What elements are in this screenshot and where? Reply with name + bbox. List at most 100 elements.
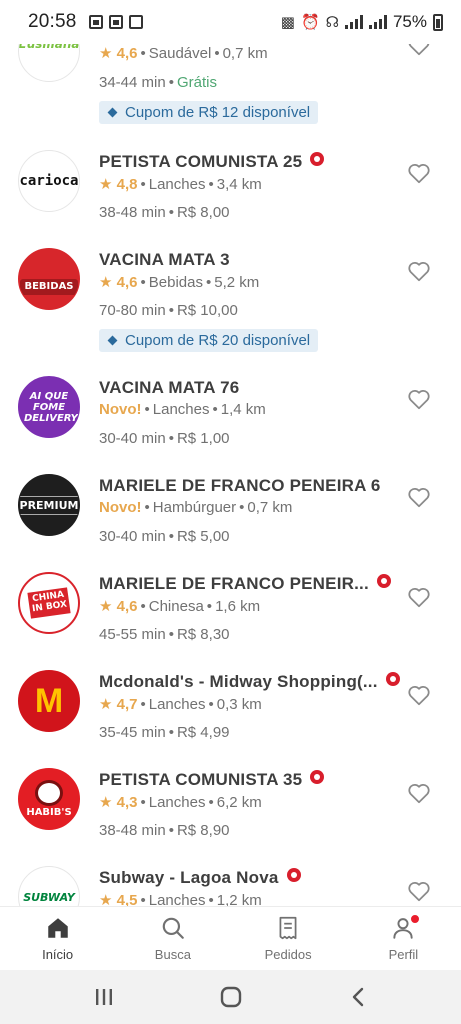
heart-outline-icon[interactable] [406,484,432,510]
delivery-time: 70-80 min [99,302,166,319]
delivery-time: 35-45 min [99,724,166,741]
coupon-badge: Cupom de R$ 12 disponível [99,101,319,124]
restaurant-card[interactable]: HABIB'S PETISTA COMUNISTA 35 ★ 4,3 • Lanch… [0,758,461,856]
restaurant-distance: 1,6 km [215,598,261,615]
battery-percent: 75% [392,12,427,31]
restaurant-category: Saudável [148,45,212,62]
home-circle-icon [220,986,241,1008]
restaurant-rating: 4,7 [116,696,138,713]
star-icon: ★ [99,696,113,713]
super-restaurant-icon [286,868,301,882]
restaurant-name-text: MARIELE DE FRANCO PENEIRA 6 [99,476,381,495]
super-restaurant-icon [310,152,325,166]
heart-outline-icon[interactable] [406,780,432,806]
restaurant-distance: 5,2 km [214,274,260,291]
restaurant-card[interactable]: CHINA IN BOX MARIELE DE FRANCO PENEIR...… [0,562,461,660]
delivery-info: 34-44 min • Grátis [99,74,217,91]
restaurant-name-text: MARIELE DE FRANCO PENEIR... [99,574,369,593]
super-restaurant-icon [376,574,391,588]
search-icon [162,917,184,939]
restaurant-name-text: Subway - Lagoa Nova [99,868,279,887]
restaurant-logo: AI QUE FOME DELIVERY [18,376,80,438]
restaurant-card[interactable]: M Mcdonald's - Midway Shopping(... ★ 4,7… [0,660,461,758]
restaurant-meta: Novo! • Hambúrguer • 0,7 km [99,499,293,516]
recent-apps-button[interactable] [84,982,124,1012]
wifi-icon: ☊ [325,14,339,31]
delivery-info: 38-48 min • R$ 8,90 [99,822,230,839]
restaurant-name-text: PETISTA COMUNISTA 35 [99,770,303,789]
restaurant-card[interactable]: SUBWAY Subway - Lagoa Nova ★ 4,5 • Lanches… [0,856,461,906]
restaurant-rating: 4,5 [116,892,138,906]
restaurant-distance: 3,4 km [216,176,262,193]
home-button[interactable] [211,982,251,1012]
restaurant-card[interactable]: BEBIDAS VACINA MATA 3 ★ 4,6 • Bebidas • 5,2 … [0,238,461,364]
heart-outline-icon[interactable] [406,258,432,284]
restaurant-card[interactable]: AI QUE FOME DELIVERY VACINA MATA 76 Novo… [0,366,461,464]
restaurant-name: VACINA MATA 76 [99,378,239,398]
heart-outline-icon[interactable] [406,584,432,610]
restaurant-name-text: Mcdonald's - Midway Shopping(... [99,672,378,691]
delivery-fee: R$ 8,30 [176,626,230,643]
nav-perfil[interactable]: Perfil [346,907,461,970]
restaurant-name-text: PETISTA COMUNISTA 25 [99,152,303,171]
coupon-text: Cupom de R$ 20 disponível [125,332,311,349]
restaurant-category: Lanches [152,401,210,418]
back-button[interactable] [338,982,378,1012]
delivery-fee: R$ 5,00 [176,528,230,545]
system-nav-bar [0,970,461,1024]
alarm-icon: ⏰ [300,14,320,31]
restaurant-category: Chinesa [148,598,204,615]
heart-outline-icon[interactable] [406,682,432,708]
coupon-icon [107,107,118,118]
delivery-fee: R$ 8,00 [176,204,230,221]
delivery-info: 30-40 min • R$ 1,00 [99,430,230,447]
logo-text: CHINA IN BOX [27,587,71,619]
heart-outline-icon[interactable] [406,878,432,904]
star-icon: ★ [99,274,113,291]
restaurant-meta: ★ 4,8 • Lanches • 3,4 km [99,176,262,193]
restaurant-category: Lanches [148,176,206,193]
delivery-info: 70-80 min • R$ 10,00 [99,302,238,319]
logo-text: SUBWAY [23,890,75,904]
home-icon [47,918,68,938]
delivery-info: 30-40 min • R$ 5,00 [99,528,230,545]
delivery-time: 38-48 min [99,822,166,839]
restaurant-rating: 4,6 [116,598,138,615]
new-badge: Novo! [99,401,142,418]
restaurant-distance: 1,2 km [216,892,262,906]
image-notification-icon [108,15,123,29]
restaurant-meta: ★ 4,6 • Chinesa • 1,6 km [99,598,261,615]
app-notification-icon [128,15,143,29]
heart-outline-icon[interactable] [406,386,432,412]
star-icon: ★ [99,176,113,193]
restaurant-meta: ★ 4,5 • Lanches • 1,2 km [99,891,262,906]
super-restaurant-icon [385,672,400,686]
new-badge: Novo! [99,499,142,516]
restaurant-card[interactable]: carioca PETISTA COMUNISTA 25 ★ 4,8 • Lanch… [0,140,461,238]
battery-icon [433,13,443,31]
restaurant-logo: CHINA IN BOX [18,572,80,634]
lock-icon: ▩ [280,14,295,31]
restaurant-distance: 6,2 km [216,794,262,811]
restaurant-rating: 4,3 [116,794,138,811]
nav-pedidos[interactable]: Pedidos [231,907,346,970]
restaurant-card[interactable]: PREMIUM MARIELE DE FRANCO PENEIRA 6 Novo… [0,464,461,562]
restaurant-distance: 0,7 km [222,45,268,62]
delivery-info: 45-55 min • R$ 8,30 [99,626,230,643]
heart-outline-icon[interactable] [406,160,432,186]
restaurant-meta: Novo! • Lanches • 1,4 km [99,401,266,418]
restaurant-logo: carioca [18,150,80,212]
restaurant-name: VACINA MATA 3 [99,250,230,270]
restaurant-list[interactable]: Eusiliana ★ 4,6 • Saudável • 0,7 km 34-44 mi… [0,0,461,906]
restaurant-name-text: VACINA MATA 3 [99,250,230,269]
restaurant-category: Lanches [148,696,206,713]
delivery-fee: R$ 4,99 [176,724,230,741]
delivery-time: 30-40 min [99,430,166,447]
coupon-text: Cupom de R$ 12 disponível [125,104,311,121]
nav-busca[interactable]: Busca [115,907,230,970]
delivery-info: 38-48 min • R$ 8,00 [99,204,230,221]
restaurant-name: PETISTA COMUNISTA 35 [99,770,325,790]
signal-icon-2 [368,15,387,29]
restaurant-meta: ★ 4,3 • Lanches • 6,2 km [99,794,262,811]
nav-inicio[interactable]: Início [0,907,115,970]
